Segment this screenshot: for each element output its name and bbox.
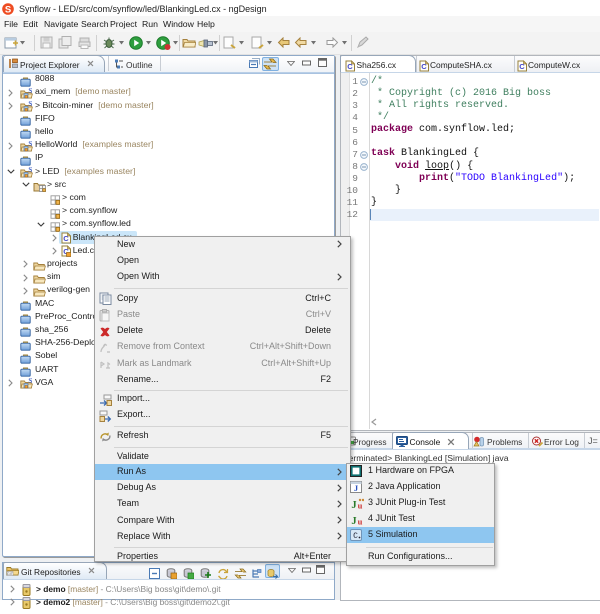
svg-text:S: S — [28, 100, 32, 108]
svg-text:GIT: GIT — [7, 572, 14, 576]
svg-text:S: S — [28, 87, 32, 95]
svg-text:J: J — [351, 516, 356, 526]
svg-text:C: C — [347, 62, 353, 71]
svg-text:S: S — [28, 140, 32, 148]
svg-text:u: u — [358, 500, 363, 510]
svg-text:S: S — [28, 166, 32, 174]
svg-text:S: S — [28, 377, 32, 385]
svg-text:J: J — [351, 500, 356, 510]
svg-text:S: S — [5, 4, 11, 15]
svg-text:C: C — [353, 532, 358, 541]
svg-text:u: u — [358, 516, 363, 526]
svg-text:C: C — [63, 234, 69, 243]
svg-text:C: C — [421, 62, 427, 71]
svg-text:C: C — [519, 62, 525, 71]
